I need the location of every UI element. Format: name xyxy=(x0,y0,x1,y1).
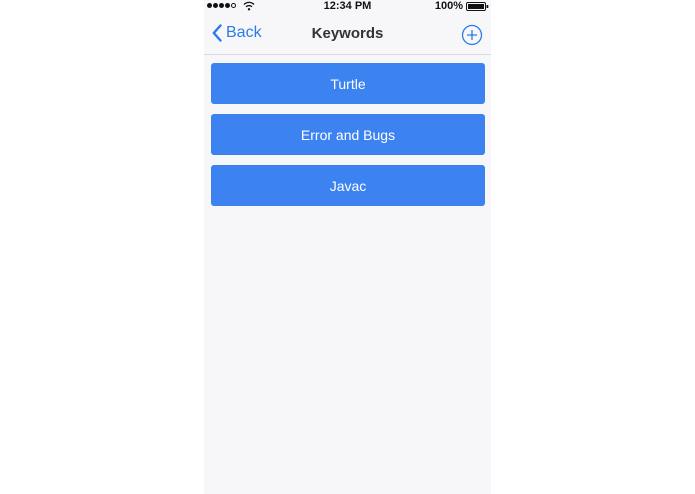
navigation-bar: Back Keywords xyxy=(204,13,491,55)
page-title: Keywords xyxy=(311,25,384,42)
battery-icon xyxy=(466,2,489,11)
keyword-button-turtle[interactable]: Turtle xyxy=(211,63,485,104)
keyword-list: Turtle Error and Bugs Javac xyxy=(211,63,485,216)
phone-screen: 12:34 PM 100% Back Keywords Turtle Error… xyxy=(204,0,491,494)
keyword-button-javac[interactable]: Javac xyxy=(211,165,485,206)
keyword-button-error-and-bugs[interactable]: Error and Bugs xyxy=(211,114,485,155)
status-bar: 12:34 PM 100% xyxy=(204,0,491,13)
battery-percentage: 100% xyxy=(434,0,463,12)
plus-circle-icon[interactable] xyxy=(461,24,483,46)
